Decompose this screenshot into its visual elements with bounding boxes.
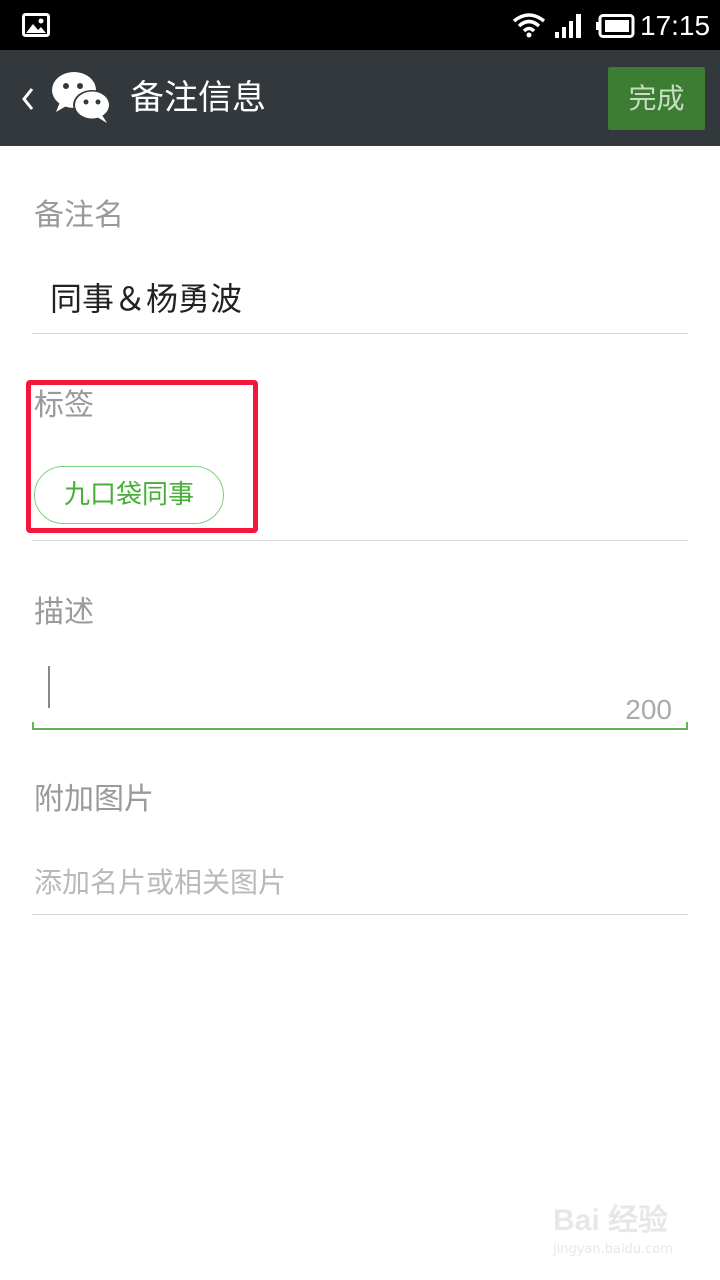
divider (32, 333, 688, 334)
page-title: 备注信息 (130, 78, 266, 118)
title-bar: 备注信息 完成 (0, 50, 720, 146)
add-photo-field[interactable]: 添加名片或相关图片 (34, 864, 286, 902)
baidu-watermark: Bai 经验 jingyan.baidu.com (553, 1204, 673, 1258)
input-underline-tick (32, 722, 34, 730)
chevron-left-icon[interactable] (18, 86, 38, 112)
status-bar: 17:15 (0, 0, 720, 50)
photos-label: 附加图片 (34, 782, 154, 817)
status-time: 17:15 (640, 10, 711, 41)
divider (32, 540, 688, 541)
divider (32, 914, 688, 915)
input-underline (32, 728, 688, 730)
wechat-icon (50, 70, 112, 128)
char-counter: 200 (625, 694, 672, 725)
remark-name-input[interactable]: 同事＆杨勇波 (50, 277, 242, 321)
gallery-icon (22, 13, 50, 41)
watermark-url: jingyan.baidu.com (553, 1242, 673, 1257)
highlight-box (26, 380, 258, 533)
text-caret (48, 666, 50, 708)
remark-name-label: 备注名 (34, 198, 124, 233)
done-button[interactable]: 完成 (608, 67, 705, 130)
description-input[interactable]: 200 (32, 650, 688, 730)
signal-icon (555, 12, 585, 42)
input-underline-tick (686, 722, 688, 730)
battery-icon (596, 14, 636, 42)
watermark-brand: Bai 经验 (553, 1204, 669, 1237)
description-label: 描述 (34, 595, 94, 630)
wifi-icon (512, 12, 546, 42)
